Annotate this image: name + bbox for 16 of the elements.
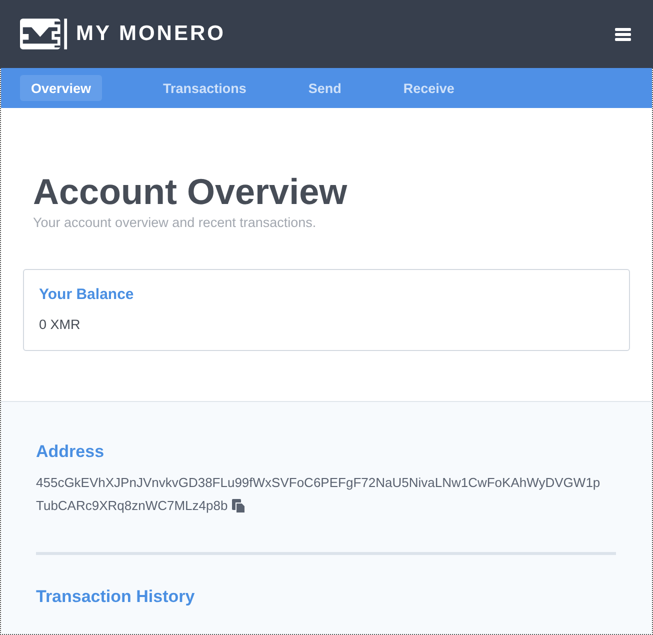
nav-tab[interactable]: Transactions bbox=[152, 75, 258, 101]
copy-icon[interactable] bbox=[232, 498, 245, 512]
page-title: Account Overview bbox=[33, 172, 348, 212]
brand-name: MY MONERO bbox=[76, 22, 226, 46]
history-heading: Transaction History bbox=[36, 587, 196, 607]
nav-tab[interactable]: Overview bbox=[20, 75, 102, 101]
menu-icon[interactable] bbox=[615, 28, 631, 40]
page-subtitle: Your account overview and recent transactions. bbox=[33, 215, 318, 231]
nav-tab[interactable]: Receive bbox=[392, 75, 466, 101]
nav-tab[interactable]: Send bbox=[297, 75, 352, 101]
balance-label: Your Balance bbox=[39, 285, 135, 304]
balance-value: 0 XMR bbox=[39, 316, 82, 333]
address-line: TubCARc9XRq8znWC7MLz4p8b bbox=[36, 497, 228, 515]
address-line: 455cGkEVhXJPnJVnvkvGD38FLu99fWxSVFoC6PEFgF72NaU5NivaLNw1CwFoKAhWyDVGW1p bbox=[36, 474, 600, 492]
logo-icon bbox=[20, 18, 68, 50]
address-heading: Address bbox=[36, 442, 106, 462]
